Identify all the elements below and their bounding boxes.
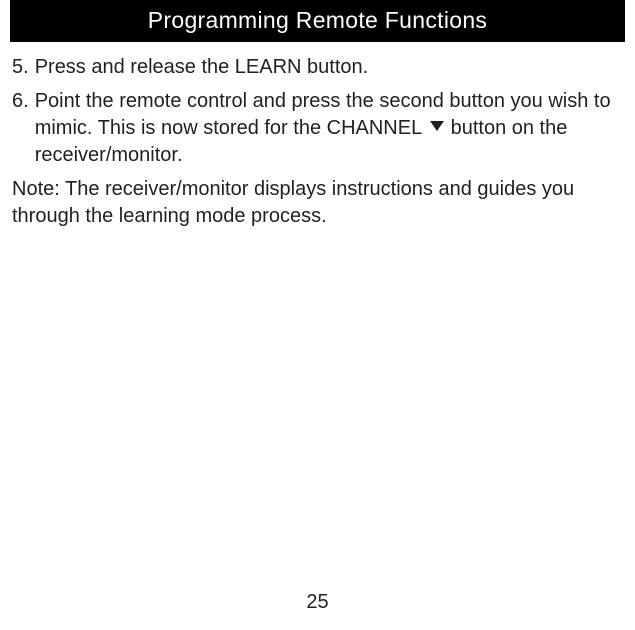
page-number: 25 <box>0 591 635 614</box>
step-6: 6. Point the remote control and press th… <box>12 88 623 169</box>
step-number: 5. <box>12 54 35 81</box>
step-text: Press and release the LEARN button. <box>35 54 623 81</box>
section-title: Programming Remote Functions <box>148 7 487 33</box>
step-5: 5. Press and release the LEARN button. <box>12 54 623 81</box>
channel-down-icon <box>429 113 445 140</box>
step-number: 6. <box>12 88 35 169</box>
step-text: Point the remote control and press the s… <box>35 88 623 169</box>
note-text: Note: The receiver/monitor displays inst… <box>12 176 623 230</box>
section-header: Programming Remote Functions <box>10 0 625 42</box>
page-content: 5. Press and release the LEARN button. 6… <box>0 42 635 230</box>
